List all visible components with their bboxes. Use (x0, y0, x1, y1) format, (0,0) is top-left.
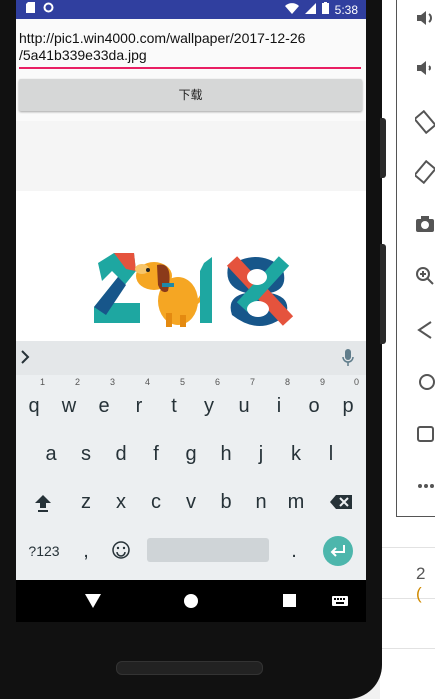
soft-keyboard: q1 w2 e3 r4 t5 y6 u7 i8 o9 p0 a s d f g … (16, 341, 366, 580)
navigation-bar (16, 580, 366, 622)
sd-card-icon (26, 2, 35, 16)
zoom-icon[interactable] (415, 266, 435, 286)
key-x[interactable]: x (106, 478, 136, 522)
key-a[interactable]: a (36, 430, 66, 474)
volume-up-icon[interactable] (415, 8, 435, 28)
power-button (380, 118, 386, 178)
home-circle-icon[interactable] (184, 594, 198, 613)
camera-icon[interactable] (415, 214, 435, 234)
status-time: 5:38 (334, 2, 358, 17)
key-q[interactable]: q1 (19, 377, 49, 426)
symbols-key[interactable]: ?123 (24, 527, 64, 571)
key-p[interactable]: p0 (333, 377, 363, 426)
empty-area (16, 121, 366, 191)
key-d[interactable]: d (106, 430, 136, 474)
emoji-icon (112, 541, 130, 559)
space-key[interactable] (147, 538, 269, 562)
key-i[interactable]: i8 (264, 377, 294, 426)
period-key[interactable]: . (279, 527, 309, 571)
volume-rocker (380, 244, 386, 344)
signal-icon (304, 2, 316, 17)
key-n[interactable]: n (246, 478, 276, 522)
shift-arrow-icon (35, 495, 51, 512)
key-b[interactable]: b (211, 478, 241, 522)
battery-icon (321, 2, 329, 17)
back-triangle-icon[interactable] (85, 594, 101, 613)
rotate-left-icon[interactable] (413, 109, 435, 135)
keyboard-switch-icon[interactable] (332, 595, 348, 613)
key-e[interactable]: e3 (89, 377, 119, 426)
status-bar: 5:38 (16, 0, 366, 19)
backspace-key[interactable] (324, 479, 358, 523)
keyboard-suggestion-strip (16, 341, 366, 375)
more-icon[interactable] (415, 476, 435, 496)
home-icon[interactable] (415, 372, 435, 392)
emulator-toolbar (396, 0, 435, 517)
key-m[interactable]: m (281, 478, 311, 522)
sync-icon (43, 2, 54, 16)
key-z[interactable]: z (71, 478, 101, 522)
phone-screen: 5:38 http://pic1.win4000.com/wallpaper/2… (16, 0, 366, 580)
download-button[interactable]: 下载 (19, 79, 362, 111)
url-input[interactable]: http://pic1.win4000.com/wallpaper/2017-1… (19, 30, 361, 69)
key-k[interactable]: k (281, 430, 311, 474)
recents-square-icon[interactable] (283, 594, 296, 612)
divider (380, 547, 435, 548)
microphone-icon[interactable] (342, 349, 354, 372)
back-icon[interactable] (415, 320, 435, 340)
key-o[interactable]: o9 (299, 377, 329, 426)
key-u[interactable]: u7 (229, 377, 259, 426)
divider (380, 648, 435, 649)
key-s[interactable]: s (71, 430, 101, 474)
shift-key[interactable] (28, 479, 58, 523)
key-r[interactable]: r4 (124, 377, 154, 426)
key-j[interactable]: j (246, 430, 276, 474)
rotate-right-icon[interactable] (413, 159, 435, 185)
key-w[interactable]: w2 (54, 377, 84, 426)
downloaded-image (16, 191, 366, 341)
enter-arrow-icon (330, 545, 345, 557)
phone-speaker (116, 661, 263, 675)
comma-key[interactable]: , (71, 527, 101, 571)
key-f[interactable]: f (141, 430, 171, 474)
key-h[interactable]: h (211, 430, 241, 474)
chevron-right-icon[interactable] (20, 349, 30, 370)
enter-key[interactable] (323, 536, 353, 566)
key-y[interactable]: y6 (194, 377, 224, 426)
emoji-key[interactable] (106, 527, 136, 571)
background-row-number: 2 ( (416, 564, 426, 603)
key-t[interactable]: t5 (159, 377, 189, 426)
key-c[interactable]: c (141, 478, 171, 522)
key-v[interactable]: v (176, 478, 206, 522)
wifi-icon (284, 2, 299, 17)
volume-down-icon[interactable] (415, 58, 435, 78)
overview-icon[interactable] (415, 424, 435, 444)
key-g[interactable]: g (176, 430, 206, 474)
backspace-icon (330, 495, 352, 509)
key-l[interactable]: l (316, 430, 346, 474)
new-year-2018-illustration (94, 253, 294, 327)
